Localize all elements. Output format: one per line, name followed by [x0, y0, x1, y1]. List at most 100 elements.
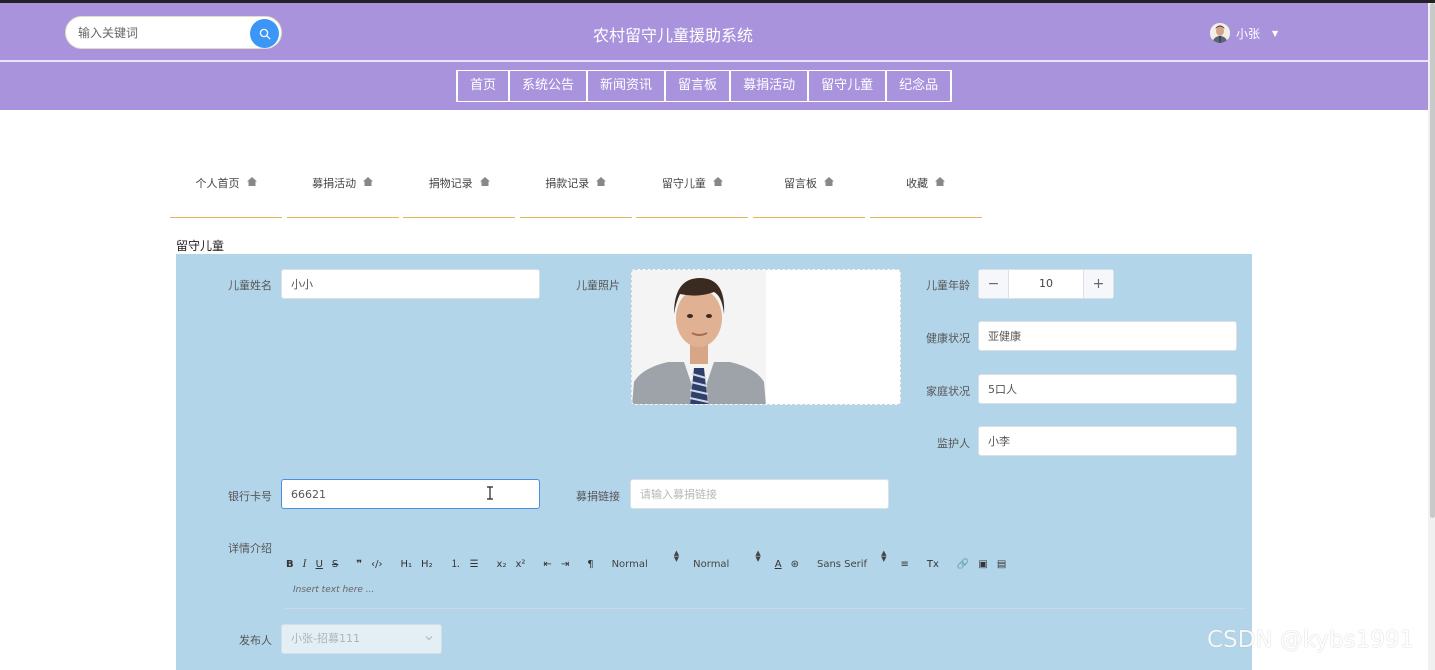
- profile-tabs: 个人首页 募捐活动 捐物记录 捐款记录 留守儿童 留言板 收藏: [170, 170, 986, 218]
- user-name: 小张: [1236, 26, 1261, 41]
- clean-format-button[interactable]: Tx: [927, 559, 939, 570]
- home-icon: [823, 177, 834, 186]
- tab-message-board[interactable]: 留言板: [752, 170, 865, 218]
- tab-label: 留守儿童: [661, 177, 706, 190]
- tab-favorites[interactable]: 收藏: [869, 170, 982, 218]
- details-editor[interactable]: Insert text here ...: [284, 582, 1244, 606]
- indent-button[interactable]: ⇥: [561, 559, 569, 570]
- align-button[interactable]: ≡: [900, 559, 908, 570]
- tab-label: 捐物记录: [428, 177, 473, 190]
- family-input[interactable]: [978, 374, 1237, 404]
- background-color-button[interactable]: ⊛: [791, 559, 799, 570]
- chevron-down-icon: [425, 636, 433, 641]
- nav-item-children[interactable]: 留守儿童: [809, 70, 888, 102]
- size-picker[interactable]: Normal ▲ ▼: [611, 549, 680, 571]
- home-icon: [935, 177, 946, 186]
- child-age-label: 儿童年龄: [926, 279, 970, 292]
- guardian-label: 监护人: [937, 437, 970, 450]
- main-navbar: 首页 系统公告 新闻资讯 留言板 募捐活动 留守儿童 纪念品: [0, 62, 1435, 110]
- health-label: 健康状况: [926, 332, 970, 345]
- picker-arrows-icon: ▲ ▼: [755, 549, 761, 563]
- header-2-button[interactable]: H₂: [421, 559, 433, 570]
- publisher-select[interactable]: 小张-招募111: [281, 624, 442, 654]
- home-icon: [363, 177, 374, 186]
- bank-card-input[interactable]: [281, 479, 540, 509]
- outdent-button[interactable]: ⇤: [543, 559, 551, 570]
- text-color-button[interactable]: A: [775, 559, 782, 570]
- tab-label: 收藏: [906, 177, 929, 190]
- header-picker[interactable]: Normal ▲ ▼: [693, 549, 761, 571]
- health-input[interactable]: [978, 321, 1237, 351]
- nav-item-announcements[interactable]: 系统公告: [510, 70, 589, 102]
- tab-profile-home[interactable]: 个人首页: [170, 170, 282, 218]
- image-button[interactable]: ▣: [978, 559, 987, 570]
- child-name-label: 儿童姓名: [228, 279, 272, 292]
- avatar: [1210, 23, 1230, 43]
- decrease-button[interactable]: −: [979, 270, 1009, 298]
- family-label: 家庭状况: [926, 385, 970, 398]
- nav-menu: 首页 系统公告 新闻资讯 留言板 募捐活动 留守儿童 纪念品: [456, 70, 953, 102]
- tab-label: 个人首页: [195, 177, 240, 190]
- home-icon: [596, 177, 607, 186]
- tab-label: 捐款记录: [545, 177, 590, 190]
- tab-label: 募捐活动: [312, 177, 357, 190]
- tab-goods-donations[interactable]: 捐物记录: [403, 170, 516, 218]
- font-picker[interactable]: Sans Serif ▲ ▼: [816, 549, 887, 571]
- nav-item-news[interactable]: 新闻资讯: [588, 70, 667, 102]
- site-title: 农村留守儿童援助系统: [592, 26, 753, 45]
- nav-item-message-board[interactable]: 留言板: [666, 70, 732, 102]
- nav-item-fundraising[interactable]: 募捐活动: [731, 70, 810, 102]
- underline-button[interactable]: U: [316, 559, 323, 570]
- subscript-button[interactable]: x₂: [497, 559, 507, 570]
- nav-item-home[interactable]: 首页: [458, 70, 511, 102]
- bullet-list-button[interactable]: ☰: [470, 559, 479, 570]
- publisher-value: 小张-招募111: [291, 632, 360, 645]
- quote-button[interactable]: ❞: [356, 559, 362, 570]
- photo-upload[interactable]: [631, 269, 901, 405]
- superscript-button[interactable]: x²: [515, 559, 525, 570]
- code-button[interactable]: ‹/›: [371, 559, 382, 570]
- nav-item-souvenirs[interactable]: 纪念品: [887, 70, 953, 102]
- child-name-input[interactable]: [281, 269, 540, 299]
- text-direction-button[interactable]: ¶: [587, 559, 593, 570]
- watermark: CSDN @kybs1991: [1207, 627, 1415, 653]
- bold-button[interactable]: B: [286, 559, 294, 570]
- guardian-input[interactable]: [978, 426, 1237, 456]
- link-button[interactable]: 🔗: [957, 559, 969, 570]
- strike-button[interactable]: S: [332, 559, 338, 570]
- font-value: Sans Serif: [816, 559, 868, 570]
- publisher-label: 发布人: [239, 634, 272, 647]
- bank-card-label: 银行卡号: [228, 490, 272, 503]
- details-label: 详情介绍: [228, 542, 272, 555]
- editor-border: [284, 608, 1246, 609]
- home-icon: [712, 177, 723, 186]
- ordered-list-button[interactable]: ⒈: [451, 555, 461, 570]
- child-photo-label: 儿童照片: [576, 279, 620, 292]
- age-value[interactable]: 10: [1009, 270, 1083, 298]
- home-icon: [479, 177, 490, 186]
- header-value: Normal: [693, 559, 730, 570]
- scrollbar-thumb[interactable]: [1430, 3, 1435, 518]
- donation-link-label: 募捐链接: [576, 490, 620, 503]
- picker-arrows-icon: ▲ ▼: [673, 549, 680, 563]
- header-1-button[interactable]: H₁: [401, 559, 413, 570]
- caret-down-icon: ▼: [1272, 28, 1279, 38]
- italic-button[interactable]: I: [303, 559, 307, 570]
- home-icon: [246, 177, 257, 186]
- site-header: 农村留守儿童援助系统 小张 ▼: [0, 3, 1435, 60]
- age-stepper: − 10 +: [978, 269, 1114, 299]
- child-photo: [632, 270, 766, 404]
- tab-children[interactable]: 留守儿童: [636, 170, 749, 218]
- child-form: 儿童姓名 儿童照片 儿童年龄 − 10 + 健康状况 家庭状况 监护人 银行卡号: [176, 254, 1252, 670]
- user-menu[interactable]: 小张 ▼: [1210, 23, 1278, 43]
- tab-money-donations[interactable]: 捐款记录: [519, 170, 632, 218]
- editor-toolbar: B I U S ❞ ‹/› H₁ H₂ ⒈ ☰ x₂ x² ⇤ ⇥ ¶ Norm…: [286, 542, 1146, 571]
- section-title: 留守儿童: [176, 239, 225, 253]
- increase-button[interactable]: +: [1083, 270, 1113, 298]
- tab-label: 留言板: [783, 177, 817, 190]
- video-button[interactable]: ▤: [997, 559, 1006, 570]
- size-value: Normal: [611, 559, 648, 570]
- picker-arrows-icon: ▲ ▼: [881, 549, 887, 563]
- donation-link-input[interactable]: [630, 479, 889, 509]
- tab-fundraising[interactable]: 募捐活动: [286, 170, 399, 218]
